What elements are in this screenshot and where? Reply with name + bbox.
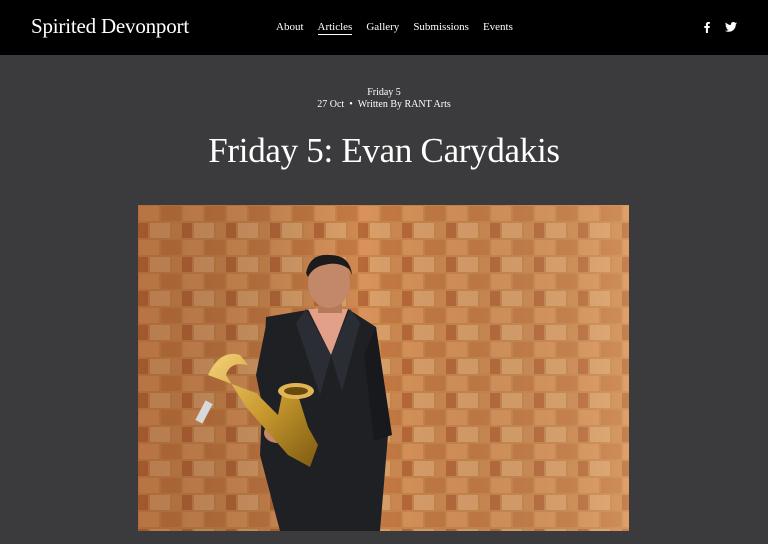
nav-gallery[interactable]: Gallery <box>366 20 399 35</box>
nav-articles[interactable]: Articles <box>317 20 353 35</box>
article-category-link[interactable]: Friday 5 <box>367 87 401 98</box>
article-category[interactable]: Friday 5 <box>0 87 768 98</box>
nav-submissions[interactable]: Submissions <box>413 20 469 35</box>
article-hero-image <box>138 205 629 531</box>
site-header: Spirited Devonport About Articles Galler… <box>0 0 768 55</box>
article-date: 27 Oct <box>317 99 345 110</box>
article-byline[interactable]: Written By RANT Arts <box>358 99 451 110</box>
twitter-icon[interactable] <box>724 20 738 34</box>
site-title-link[interactable]: Spirited Devonport <box>31 14 189 39</box>
facebook-icon[interactable] <box>700 20 714 34</box>
main-nav: About Articles Gallery Submissions Event… <box>276 20 513 35</box>
article-title: Friday 5: Evan Carydakis <box>208 131 560 170</box>
article-meta: 27 Oct • Written By RANT Arts <box>0 99 768 110</box>
nav-events[interactable]: Events <box>483 20 513 35</box>
nav-about[interactable]: About <box>276 20 304 35</box>
meta-separator: • <box>349 99 353 110</box>
